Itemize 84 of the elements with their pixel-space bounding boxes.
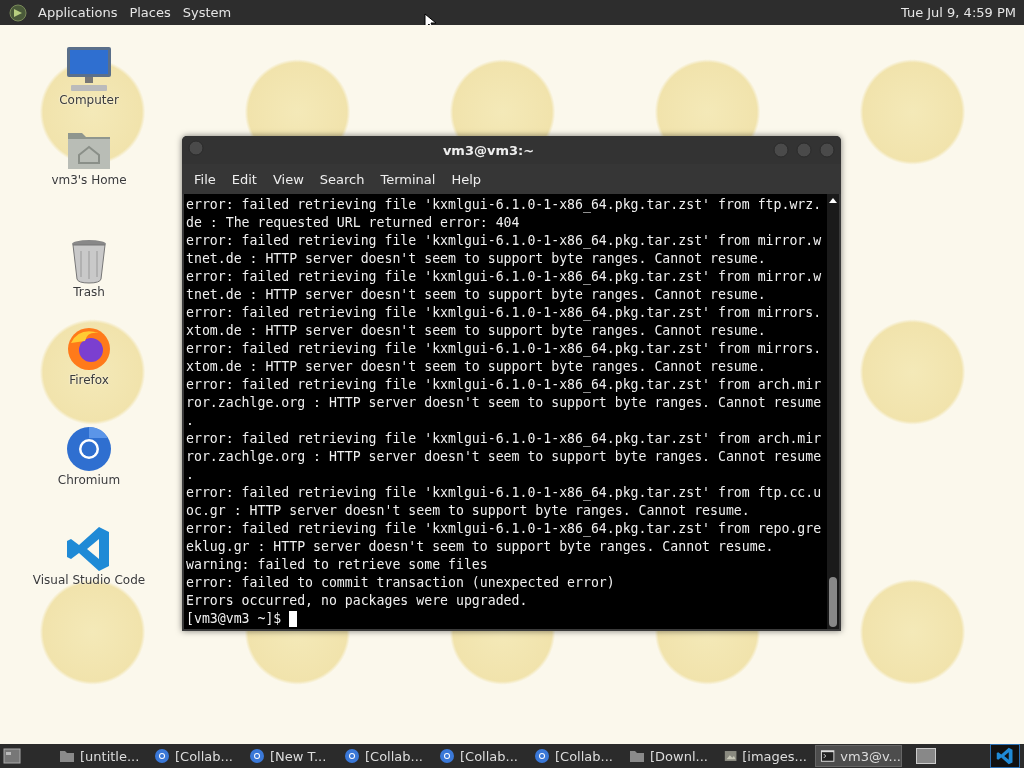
launcher-button[interactable] bbox=[990, 744, 1020, 768]
window-title: vm3@vm3:~ bbox=[442, 142, 535, 158]
terminal-line: error: failed retrieving file 'kxmlgui-6.1.0-1-x86_64.pkg.tar.zst' from ftp.cc.u bbox=[186, 484, 823, 502]
taskbar-button[interactable]: [images... bbox=[720, 745, 807, 767]
panel-menu[interactable]: Places bbox=[125, 0, 179, 25]
terminal-line: xtom.de : HTTP server doesn't seem to support byte ranges. Cannot resume. bbox=[186, 322, 767, 340]
taskbar-button[interactable]: [Collab... bbox=[340, 745, 427, 767]
terminal-line: error: failed retrieving file 'kxmlgui-6.1.0-1-x86_64.pkg.tar.zst' from repo.gre bbox=[186, 520, 823, 538]
computer-icon bbox=[65, 45, 113, 93]
chromium-icon bbox=[344, 748, 360, 764]
taskbar-button[interactable]: [New T... bbox=[245, 745, 332, 767]
terminal-line: Errors occurred, no packages were upgraded. bbox=[186, 592, 529, 610]
panel-menu[interactable]: System bbox=[178, 0, 240, 25]
folder-icon bbox=[629, 748, 645, 764]
terminal-line: error: failed retrieving file 'kxmlgui-6.1.0-1-x86_64.pkg.tar.zst' from mirrors. bbox=[186, 304, 823, 322]
distro-logo-icon bbox=[8, 2, 28, 23]
menu-item[interactable]: Help bbox=[443, 171, 490, 187]
terminal-line: xtom.de : HTTP server doesn't seem to support byte ranges. Cannot resume. bbox=[186, 358, 767, 376]
terminal-line: error: failed retrieving file 'kxmlgui-6.1.0-1-x86_64.pkg.tar.zst' from mirror.w bbox=[186, 268, 823, 286]
workspace-switcher[interactable] bbox=[916, 748, 936, 764]
chromium-icon bbox=[534, 748, 550, 764]
menu-item[interactable]: Search bbox=[311, 171, 373, 187]
show-desktop-icon[interactable] bbox=[3, 747, 21, 765]
scroll-up-icon bbox=[828, 196, 838, 204]
terminal-line: error: failed retrieving file 'kxmlgui-6.1.0-1-x86_64.pkg.tar.zst' from arch.mir bbox=[186, 376, 823, 394]
taskbar-label: [Collab... bbox=[555, 748, 613, 764]
icon-label[interactable]: Chromium bbox=[57, 473, 121, 487]
icon-label[interactable]: Visual Studio Code bbox=[32, 573, 146, 587]
taskbar-button[interactable]: [Collab... bbox=[150, 745, 237, 767]
taskbar-label: [Collab... bbox=[365, 748, 423, 764]
terminal-line: tnet.de : HTTP server doesn't seem to support byte ranges. Cannot resume. bbox=[186, 286, 767, 304]
chromium-icon bbox=[154, 748, 170, 764]
code-editor-icon bbox=[996, 747, 1014, 765]
icon-label[interactable]: Firefox bbox=[69, 373, 109, 387]
panel-menu[interactable]: Applications bbox=[34, 0, 126, 25]
taskbar-button[interactable]: vm3@v... bbox=[815, 745, 902, 767]
chromium-icon bbox=[65, 425, 113, 473]
image-icon bbox=[724, 748, 738, 764]
taskbar-button[interactable]: [Collab... bbox=[530, 745, 617, 767]
menu-item[interactable]: File bbox=[186, 171, 224, 187]
terminal-line: warning: failed to retrieve some files bbox=[186, 556, 489, 574]
terminal-line: error: failed to commit transaction (unexpected error) bbox=[186, 574, 616, 592]
taskbar-button[interactable]: [untitle... bbox=[55, 745, 142, 767]
firefox-icon bbox=[65, 325, 113, 373]
close-button[interactable] bbox=[819, 142, 835, 158]
taskbar-label: [New T... bbox=[270, 748, 327, 764]
terminal-line: . bbox=[186, 466, 195, 484]
terminal-line: ror.zachlge.org : HTTP server doesn't seem to support byte ranges. Cannot resume bbox=[186, 448, 823, 466]
icon-label[interactable]: Trash bbox=[73, 285, 105, 299]
clock[interactable]: Tue Jul 9, 4:59 PM bbox=[892, 0, 1024, 25]
terminal-line: error: failed retrieving file 'kxmlgui-6.1.0-1-x86_64.pkg.tar.zst' from mirror.w bbox=[186, 232, 823, 250]
taskbar-label: [Collab... bbox=[175, 748, 233, 764]
taskbar-button[interactable]: [Downl... bbox=[625, 745, 712, 767]
menu-item[interactable]: Edit bbox=[223, 171, 265, 187]
folder-icon bbox=[59, 748, 75, 764]
chromium-icon bbox=[249, 748, 265, 764]
taskbar-label: [Collab... bbox=[460, 748, 518, 764]
menu-item[interactable]: Terminal bbox=[372, 171, 444, 187]
terminal-line: . bbox=[186, 412, 195, 430]
taskbar-label: [images... bbox=[742, 748, 807, 764]
chromium-icon bbox=[439, 748, 455, 764]
window-menu-button[interactable] bbox=[188, 140, 204, 156]
menu-item[interactable]: View bbox=[264, 171, 312, 187]
taskbar-label: [untitle... bbox=[80, 748, 140, 764]
terminal-line: ror.zachlge.org : HTTP server doesn't seem to support byte ranges. Cannot resume bbox=[186, 394, 823, 412]
terminal-icon bbox=[820, 748, 836, 764]
icon-label[interactable]: vm3's Home bbox=[51, 173, 127, 187]
minimize-button[interactable] bbox=[773, 142, 789, 158]
terminal-line: eklug.gr : HTTP server doesn't seem to support byte ranges. Cannot resume. bbox=[186, 538, 775, 556]
taskbar-button[interactable]: [Collab... bbox=[435, 745, 522, 767]
terminal-line: de : The requested URL returned error: 404 bbox=[186, 214, 521, 232]
terminal-line: error: failed retrieving file 'kxmlgui-6.1.0-1-x86_64.pkg.tar.zst' from mirrors. bbox=[186, 340, 823, 358]
taskbar-label: [Downl... bbox=[650, 748, 708, 764]
scrollbar-thumb[interactable] bbox=[829, 577, 837, 627]
maximize-button[interactable] bbox=[796, 142, 812, 158]
taskbar-label: vm3@v... bbox=[840, 748, 901, 764]
text-cursor bbox=[289, 611, 298, 627]
terminal-line: oc.gr : HTTP server doesn't seem to support byte ranges. Cannot resume. bbox=[186, 502, 751, 520]
terminal-line: tnet.de : HTTP server doesn't seem to support byte ranges. Cannot resume. bbox=[186, 250, 767, 268]
shell-prompt: [vm3@vm3 ~]$ bbox=[186, 610, 282, 628]
terminal-line: error: failed retrieving file 'kxmlgui-6.1.0-1-x86_64.pkg.tar.zst' from ftp.wrz. bbox=[186, 196, 823, 214]
terminal-line: error: failed retrieving file 'kxmlgui-6.1.0-1-x86_64.pkg.tar.zst' from arch.mir bbox=[186, 430, 823, 448]
icon-label[interactable]: Computer bbox=[59, 93, 119, 107]
scrollbar[interactable] bbox=[827, 194, 839, 629]
